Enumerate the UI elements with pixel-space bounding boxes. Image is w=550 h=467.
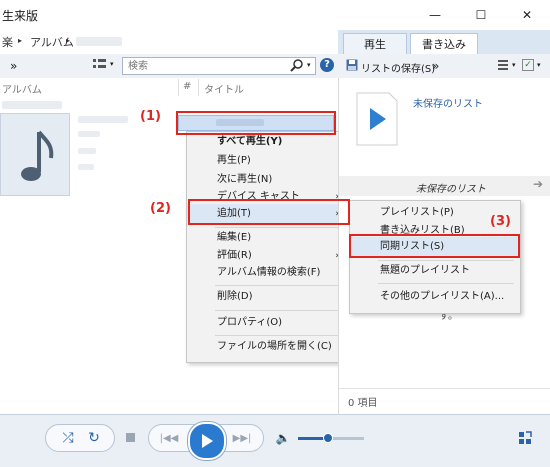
play-button[interactable] — [188, 422, 226, 460]
column-num[interactable]: # — [183, 81, 191, 92]
column-divider — [198, 79, 199, 96]
annotation-label-2: (2) — [150, 201, 171, 216]
annotation-label-1: (1) — [140, 109, 161, 124]
breadcrumb-library[interactable]: 楽 — [2, 34, 13, 50]
annotation-box-3 — [349, 234, 520, 258]
menu-item-open-file-location[interactable]: ファイルの場所を開く(C) — [187, 337, 349, 357]
menu-item-play[interactable]: 再生(P) — [187, 151, 349, 171]
window-title: 生来版 — [2, 9, 39, 23]
minimize-button[interactable]: — — [412, 0, 458, 30]
annotation-box-1 — [176, 111, 336, 135]
search-input[interactable] — [126, 58, 280, 74]
shuffle-icon[interactable]: ⤮ — [60, 430, 76, 446]
playlist-icon — [355, 92, 399, 146]
menu-item-edit[interactable]: 編集(E) — [187, 228, 349, 248]
shuffle-repeat-group — [45, 424, 115, 452]
stop-icon[interactable] — [126, 433, 135, 442]
right-toolbar-more-button[interactable]: » — [432, 59, 439, 73]
menu-separator — [378, 283, 514, 284]
album-info-blurred — [78, 116, 128, 123]
list-options-icon[interactable] — [496, 59, 510, 71]
unsaved-list-title[interactable]: 未保存のリスト — [413, 95, 483, 110]
album-info-blurred — [78, 131, 100, 137]
breadcrumb-separator-icon: ▸ — [18, 36, 23, 45]
next-list-arrow-icon[interactable]: ➔ — [533, 177, 543, 191]
music-note-icon — [21, 130, 54, 181]
menu-separator — [215, 285, 343, 286]
menu-separator — [215, 310, 343, 311]
view-options-icon[interactable] — [93, 58, 107, 70]
item-count-status: 0 項目 — [348, 398, 378, 409]
column-album[interactable]: アルバム — [2, 81, 42, 96]
submenu-item-other-playlists[interactable]: その他のプレイリスト(A)... — [350, 287, 520, 307]
breadcrumb-separator-icon: ▸ — [66, 36, 71, 45]
submenu-item-untitled-playlist[interactable]: 無題のプレイリスト — [350, 261, 520, 281]
annotation-box-2 — [188, 199, 350, 225]
view-options-dropdown-icon[interactable]: ▾ — [110, 60, 114, 68]
menu-item-delete[interactable]: 削除(D) — [187, 287, 349, 307]
speaker-icon[interactable]: 🔈 — [276, 430, 291, 446]
play-icon — [202, 434, 213, 448]
column-header — [0, 78, 338, 97]
search-icon[interactable] — [290, 58, 304, 72]
artist-name-blurred — [2, 101, 62, 109]
tab-burn[interactable]: 書き込み — [410, 33, 478, 55]
menu-item-find-album-info[interactable]: アルバム情報の検索(F) — [187, 263, 349, 283]
sync-dropdown-icon[interactable]: ▾ — [537, 61, 541, 69]
volume-slider[interactable] — [298, 433, 364, 443]
album-info-blurred — [78, 164, 94, 170]
toolbar-more-button[interactable]: » — [10, 59, 17, 73]
status-divider — [339, 388, 550, 389]
column-divider — [178, 79, 179, 96]
previous-icon[interactable]: |◀◀ — [157, 430, 181, 446]
next-icon[interactable]: ▶▶| — [230, 430, 254, 446]
breadcrumb-current-blurred[interactable] — [76, 37, 122, 46]
close-button[interactable]: ✕ — [504, 0, 550, 30]
album-info-blurred — [78, 148, 96, 154]
menu-item-play-all[interactable]: すべて再生(Y) — [187, 132, 349, 152]
sync-check-icon[interactable]: ✓ — [522, 59, 534, 71]
save-list-button[interactable]: リストの保存(S) — [361, 60, 435, 75]
list-options-dropdown-icon[interactable]: ▾ — [512, 61, 516, 69]
unsaved-list-header: 未保存のリスト — [416, 184, 486, 195]
column-title[interactable]: タイトル — [204, 81, 244, 96]
maximize-button[interactable]: ☐ — [458, 0, 504, 30]
switch-to-now-playing-icon[interactable] — [518, 431, 532, 445]
search-dropdown-icon[interactable]: ▾ — [307, 61, 311, 69]
help-icon[interactable]: ? — [320, 58, 334, 72]
annotation-label-3: (3) — [490, 214, 511, 229]
repeat-icon[interactable]: ↻ — [86, 430, 102, 446]
album-art[interactable] — [0, 113, 70, 196]
context-menu: すべて再生(Y) 再生(P) 次に再生(N) デバイス キャスト› 追加(T)›… — [186, 131, 350, 363]
save-list-icon — [346, 59, 358, 71]
menu-item-properties[interactable]: プロパティ(O) — [187, 313, 349, 333]
tab-play[interactable]: 再生 — [343, 33, 407, 55]
menu-separator — [215, 335, 343, 336]
volume-slider-thumb[interactable] — [322, 433, 333, 443]
